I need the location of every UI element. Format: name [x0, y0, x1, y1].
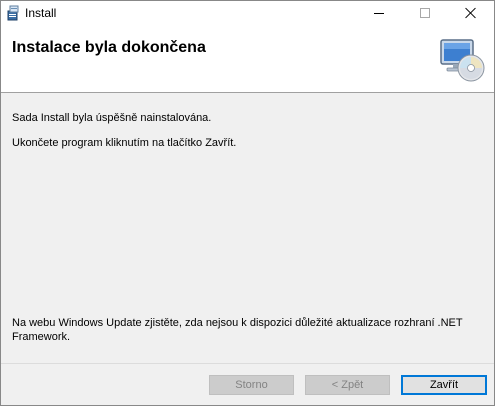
minimize-button[interactable]: [356, 1, 402, 25]
back-button[interactable]: < Zpět: [305, 375, 390, 395]
close-icon: [465, 7, 477, 19]
window-title: Install: [25, 6, 57, 20]
minimize-icon: [374, 12, 384, 14]
title-bar[interactable]: Install: [1, 1, 494, 25]
close-button[interactable]: Zavřít: [401, 375, 487, 395]
maximize-button[interactable]: [402, 1, 448, 25]
installer-window: Install Instalace byla dokončena Sada In…: [0, 0, 495, 406]
install-success-text: Sada Install byla úspěšně nainstalována.: [12, 112, 212, 124]
installer-icon: [5, 5, 21, 21]
windows-update-note: Na webu Windows Update zjistěte, zda nej…: [12, 317, 463, 343]
page-title: Instalace byla dokončena: [12, 39, 206, 56]
cd-monitor-icon: [439, 37, 487, 83]
close-window-button[interactable]: [448, 1, 494, 25]
footer-divider: [1, 363, 494, 364]
close-instruction-text: Ukončete program kliknutím na tlačítko Z…: [12, 137, 237, 149]
cancel-button[interactable]: Storno: [209, 375, 294, 395]
maximize-icon: [420, 8, 430, 18]
header-banner: Instalace byla dokončena: [1, 25, 494, 93]
